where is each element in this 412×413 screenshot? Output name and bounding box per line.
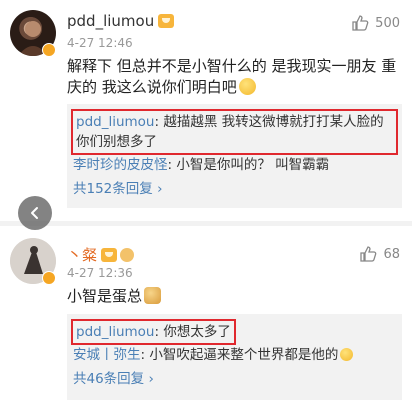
verified-badge-icon [42,43,56,57]
thinking-face-icon [238,78,256,95]
reply-username[interactable]: 安城丨弥生 [73,347,141,363]
comment-time: 4-27 12:46 [67,36,133,50]
reply-item[interactable]: pdd_liumou: 你想太多了 [71,319,236,345]
reply-username[interactable]: pdd_liumou [76,324,154,340]
reply-username[interactable]: pdd_liumou [76,114,154,130]
more-replies-link[interactable]: 共46条回复 › [73,369,396,389]
reply-text: 小智是你叫的？ 叫智霸霸 [176,157,330,173]
reply-text: 小智吹起逼来整个世界都是他的 [149,347,339,363]
like-count: 68 [383,246,400,262]
more-replies-link[interactable]: 共152条回复 › [73,179,396,199]
chevron-left-icon [31,207,38,219]
back-button[interactable] [18,196,52,230]
fan-badge-icon [158,14,175,28]
reply-item[interactable]: pdd_liumou: 越描越黑 我转这微博就打打某人脸的你们别想多了 [71,109,398,155]
doge-icon [144,287,162,304]
chevron-right-icon: › [157,181,163,197]
reply-item[interactable]: 李时珍的皮皮怪: 小智是你叫的？ 叫智霸霸 [73,155,396,175]
comment-username[interactable]: pdd_liumou [67,12,175,30]
reply-box: pdd_liumou: 你想太多了 安城丨弥生: 小智吹起逼来整个世界都是他的 … [67,314,402,400]
comment-text: 小智是蛋总 [67,286,402,307]
member-badge-icon [120,248,135,262]
reply-box: pdd_liumou: 越描越黑 我转这微博就打打某人脸的你们别想多了 李时珍的… [67,104,402,208]
thumbs-up-icon [360,246,377,262]
reply-text: 你想太多了 [163,324,231,340]
like-button[interactable]: 500 [351,14,400,32]
comment-item: pdd_liumou 4-27 12:46 500 解释下 但总并不是小智什么的… [0,0,412,218]
comment-time: 4-27 12:36 [67,266,133,280]
verified-badge-icon [42,271,56,285]
chevron-right-icon: › [148,371,154,387]
reply-username[interactable]: 李时珍的皮皮怪 [73,157,168,173]
fan-badge-icon [101,248,118,262]
comment-username[interactable]: 丶粲 [67,244,135,265]
grin-face-icon [340,348,354,361]
reply-item[interactable]: 安城丨弥生: 小智吹起逼来整个世界都是他的 [73,345,396,365]
like-button[interactable]: 68 [359,245,400,263]
comment-item: 丶粲 4-27 12:36 68 小智是蛋总 pdd_liumou: 你想太多了… [0,226,412,413]
like-count: 500 [375,15,400,31]
comment-text: 解释下 但总并不是小智什么的 是我现实一朋友 重庆的 我这么说你们明白吧 [67,57,397,96]
thumbs-up-icon [352,15,369,31]
